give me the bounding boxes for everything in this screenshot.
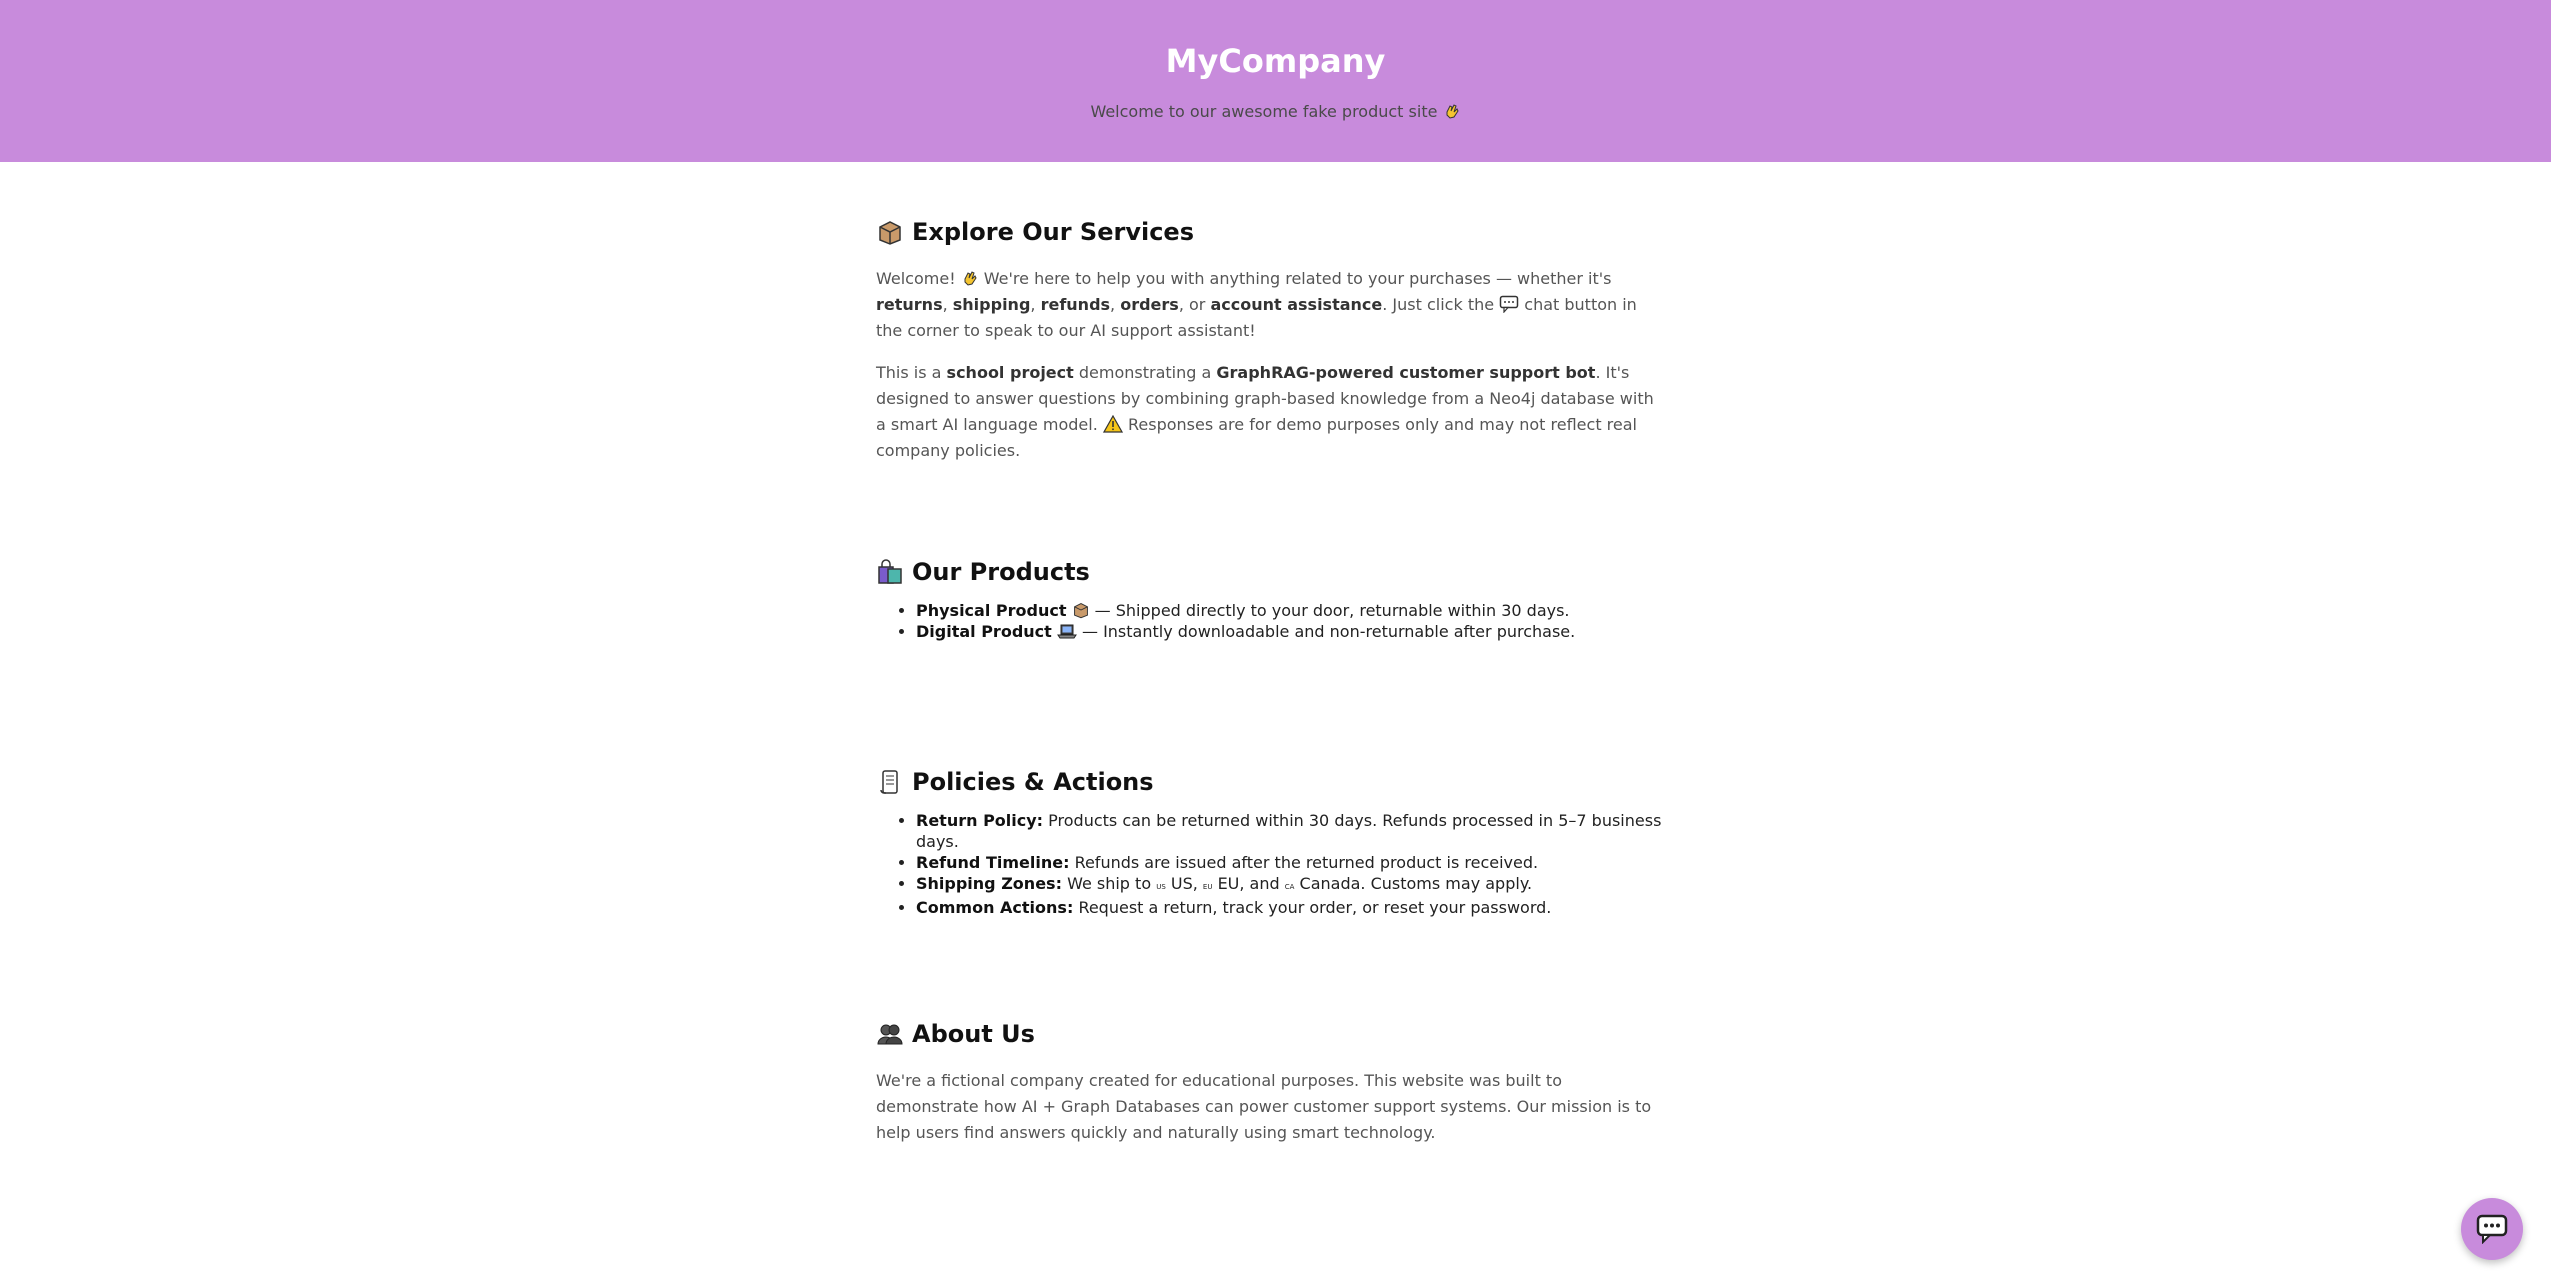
intro-click: . Just click the bbox=[1382, 295, 1495, 314]
list-item: Shipping Zones: We ship to us US, eu EU,… bbox=[916, 873, 1666, 897]
services-heading: Explore Our Services bbox=[876, 218, 1666, 246]
about-paragraph: We're a fictional company created for ed… bbox=[876, 1071, 1652, 1142]
intro-text: We're here to help you with anything rel… bbox=[983, 269, 1612, 288]
list-item: Common Actions: Request a return, track … bbox=[916, 897, 1666, 918]
product-name: Digital Product bbox=[916, 622, 1052, 641]
policy-text: Refunds are issued after the returned pr… bbox=[1074, 853, 1539, 872]
policy-label: Refund Timeline: bbox=[916, 853, 1070, 872]
zone-us: US, bbox=[1170, 874, 1198, 893]
site-subtitle: Welcome to our awesome fake product site bbox=[0, 102, 2551, 121]
chat-button[interactable] bbox=[2461, 1198, 2523, 1260]
page-header: MyCompany Welcome to our awesome fake pr… bbox=[0, 0, 2551, 162]
laptop-icon bbox=[1056, 624, 1077, 639]
waving-hand-icon bbox=[964, 271, 977, 286]
keyword-refunds: refunds bbox=[1040, 295, 1111, 314]
policy-label: Shipping Zones: bbox=[916, 874, 1062, 893]
people-icon bbox=[877, 1024, 903, 1045]
site-title: MyCompany bbox=[1165, 42, 1386, 80]
warning-icon bbox=[1102, 415, 1123, 433]
chat-bubble-icon bbox=[2476, 1214, 2508, 1244]
about-title: About Us bbox=[912, 1020, 1035, 1048]
list-item: Refund Timeline: Refunds are issued afte… bbox=[916, 852, 1666, 873]
keyword-account-assistance: account assistance bbox=[1210, 295, 1383, 314]
services-project-paragraph: This is a school project demonstrating a… bbox=[876, 360, 1666, 464]
policy-label: Common Actions: bbox=[916, 898, 1074, 917]
shopping-bags-icon bbox=[878, 559, 902, 584]
list-item: Digital Product — Instantly downloadable… bbox=[916, 621, 1666, 642]
zone-eu: EU, and bbox=[1217, 874, 1280, 893]
waving-hand-icon bbox=[1446, 104, 1459, 119]
zone-ca: Canada. Customs may apply. bbox=[1299, 874, 1533, 893]
services-title: Explore Our Services bbox=[912, 218, 1194, 246]
intro-or: , or bbox=[1178, 295, 1206, 314]
products-heading: Our Products bbox=[876, 558, 1666, 586]
scroll-icon bbox=[880, 770, 898, 794]
product-name: Physical Product bbox=[916, 601, 1067, 620]
policies-title: Policies & Actions bbox=[912, 768, 1154, 796]
keyword-school-project: school project bbox=[946, 363, 1074, 382]
list-item: Physical Product — Shipped directly to y… bbox=[916, 600, 1666, 621]
keyword-graphrag-bot: GraphRAG-powered customer support bot bbox=[1216, 363, 1596, 382]
intro-welcome: Welcome! bbox=[876, 269, 956, 288]
eu-flag-icon: eu bbox=[1202, 881, 1213, 892]
list-item: Return Policy: Products can be returned … bbox=[916, 810, 1666, 852]
services-section: Explore Our Services Welcome! We're here… bbox=[876, 218, 1666, 464]
box-icon bbox=[879, 221, 901, 245]
services-intro-paragraph: Welcome! We're here to help you with any… bbox=[876, 269, 1637, 340]
products-title: Our Products bbox=[912, 558, 1090, 586]
products-list: Physical Product — Shipped directly to y… bbox=[876, 600, 1666, 642]
project-text-2: demonstrating a bbox=[1078, 363, 1212, 382]
product-desc: — Instantly downloadable and non-returna… bbox=[1081, 622, 1576, 641]
keyword-orders: orders bbox=[1120, 295, 1179, 314]
site-subtitle-text: Welcome to our awesome fake product site bbox=[1090, 102, 1438, 121]
policy-text: Request a return, track your order, or r… bbox=[1078, 898, 1552, 917]
box-icon bbox=[1073, 603, 1088, 619]
policies-section: Policies & Actions Return Policy: Produc… bbox=[876, 768, 1666, 918]
project-text-1: This is a bbox=[876, 363, 942, 382]
policy-label: Return Policy: bbox=[916, 811, 1044, 830]
policies-heading: Policies & Actions bbox=[876, 768, 1666, 796]
about-section: About Us We're a fictional company creat… bbox=[876, 1020, 1666, 1146]
keyword-returns: returns bbox=[876, 295, 943, 314]
policy-text: We ship to bbox=[1067, 874, 1152, 893]
keyword-shipping: shipping bbox=[952, 295, 1031, 314]
speech-bubble-icon bbox=[1499, 295, 1519, 313]
products-section: Our Products Physical Product — Shipped … bbox=[876, 558, 1666, 642]
us-flag-icon: us bbox=[1156, 881, 1166, 892]
ca-flag-icon: ca bbox=[1284, 881, 1295, 892]
product-desc: — Shipped directly to your door, returna… bbox=[1094, 601, 1570, 620]
about-heading: About Us bbox=[876, 1020, 1666, 1048]
policies-list: Return Policy: Products can be returned … bbox=[876, 810, 1666, 918]
